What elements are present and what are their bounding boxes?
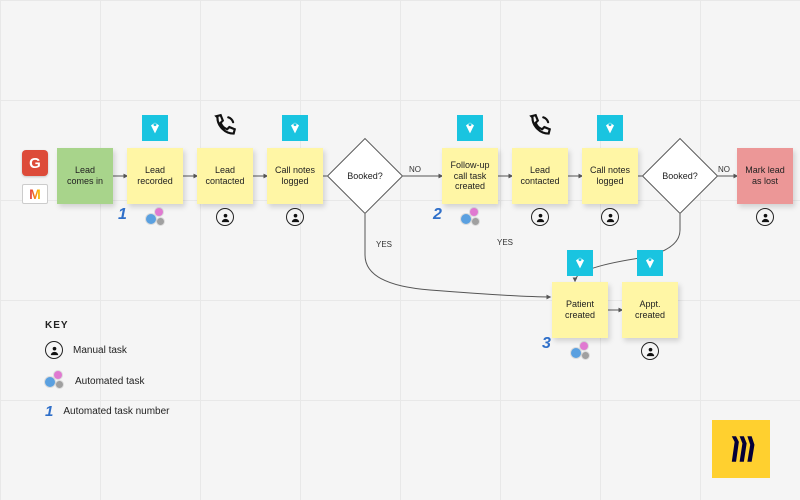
- edge-label-yes-1: YES: [374, 240, 394, 249]
- decision-booked-1[interactable]: Booked?: [327, 138, 403, 214]
- vendor-icon: [142, 115, 168, 141]
- note-lead-contacted-2[interactable]: Lead contacted: [512, 148, 568, 204]
- legend-manual-label: Manual task: [73, 345, 127, 356]
- note-label: Lead comes in: [61, 165, 109, 187]
- automated-number-1: 1: [118, 206, 127, 224]
- source-apps: G: [22, 150, 48, 204]
- decision-label: Booked?: [339, 150, 391, 202]
- edge-label-no-1: NO: [407, 165, 423, 174]
- person-icon: [531, 208, 549, 226]
- gmail-icon: [22, 184, 48, 204]
- note-lead-contacted-1[interactable]: Lead contacted: [197, 148, 253, 204]
- gears-icon: [45, 371, 65, 391]
- note-label: Follow-up call task created: [446, 160, 494, 192]
- phone-icon: [212, 113, 238, 139]
- legend-automated-label: Automated task: [75, 376, 144, 387]
- note-label: Appt. created: [626, 299, 674, 321]
- note-label: Call notes logged: [271, 165, 319, 187]
- person-icon: [216, 208, 234, 226]
- person-icon: [601, 208, 619, 226]
- note-label: Mark lead as lost: [741, 165, 789, 187]
- note-patient-created[interactable]: Patient created: [552, 282, 608, 338]
- person-icon: [45, 341, 63, 359]
- vendor-icon: [567, 250, 593, 276]
- note-label: Call notes logged: [586, 165, 634, 187]
- note-label: Lead contacted: [516, 165, 564, 187]
- automated-number-2: 2: [433, 206, 442, 224]
- flow-diagram: G Lead comes in Lead recorded Lead conta…: [0, 0, 800, 500]
- edge-label-yes-2: YES: [495, 238, 515, 247]
- vendor-icon: [457, 115, 483, 141]
- automated-number-3: 3: [542, 335, 551, 353]
- note-call-notes-2[interactable]: Call notes logged: [582, 148, 638, 204]
- person-icon: [756, 208, 774, 226]
- vendor-icon: [597, 115, 623, 141]
- legend-number-sample: 1: [45, 403, 53, 420]
- decision-label: Booked?: [654, 150, 706, 202]
- gears-icon: [146, 208, 166, 228]
- note-call-notes-1[interactable]: Call notes logged: [267, 148, 323, 204]
- legend-title: KEY: [45, 320, 170, 331]
- note-followup[interactable]: Follow-up call task created: [442, 148, 498, 204]
- phone-icon: [527, 113, 553, 139]
- legend: KEY Manual task Automated task 1 Automat…: [45, 320, 170, 432]
- decision-booked-2[interactable]: Booked?: [642, 138, 718, 214]
- edge-label-no-2: NO: [716, 165, 732, 174]
- g-app-icon: G: [22, 150, 48, 176]
- person-icon: [641, 342, 659, 360]
- note-appt-created[interactable]: Appt. created: [622, 282, 678, 338]
- vendor-icon: [637, 250, 663, 276]
- miro-logo-icon: [712, 420, 770, 478]
- note-lead-in[interactable]: Lead comes in: [57, 148, 113, 204]
- note-lead-recorded[interactable]: Lead recorded: [127, 148, 183, 204]
- note-label: Lead recorded: [131, 165, 179, 187]
- note-label: Patient created: [556, 299, 604, 321]
- gears-icon: [571, 342, 591, 362]
- legend-number-label: Automated task number: [63, 406, 169, 417]
- gears-icon: [461, 208, 481, 228]
- note-label: Lead contacted: [201, 165, 249, 187]
- person-icon: [286, 208, 304, 226]
- vendor-icon: [282, 115, 308, 141]
- note-mark-lost[interactable]: Mark lead as lost: [737, 148, 793, 204]
